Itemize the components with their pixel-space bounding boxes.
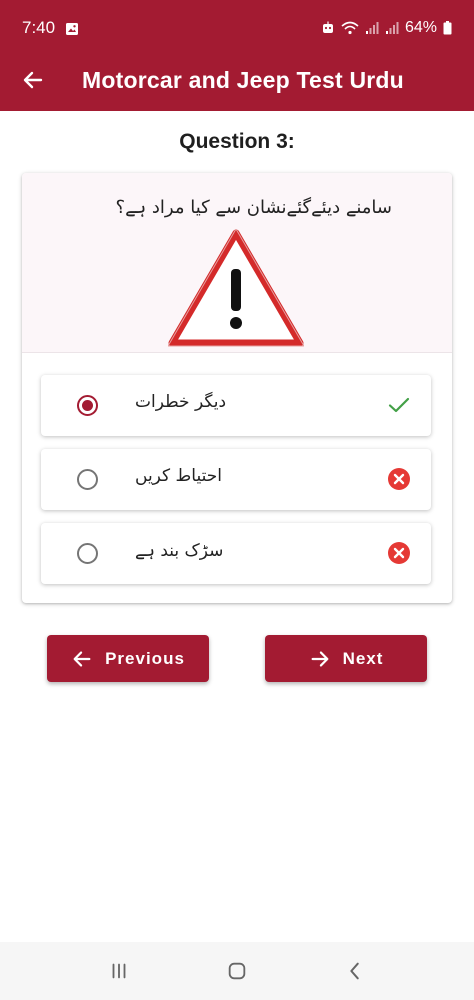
battery-percent: 64% [404, 19, 437, 36]
status-time: 7:40 [22, 18, 56, 37]
arrow-left-icon[interactable] [18, 65, 48, 95]
option-1[interactable]: دیگر خطرات [41, 375, 431, 436]
signal-icon [385, 21, 399, 35]
question-header: سامنے دیئےگئےنشان سے کیا مراد ہے؟ [22, 173, 452, 353]
close-circle-icon [388, 542, 410, 564]
arrow-right-icon [311, 650, 328, 667]
back-icon[interactable] [335, 951, 375, 991]
next-label: Next [342, 648, 384, 668]
option-2[interactable]: احتیاط کریں [41, 449, 431, 510]
page-title: Motorcar and Jeep Test Urdu [82, 66, 404, 93]
image-icon [65, 21, 79, 35]
previous-label: Previous [105, 648, 185, 668]
question-number: Question 3: [179, 130, 295, 153]
next-button[interactable]: Next [265, 635, 427, 682]
radio-unselected[interactable] [77, 543, 98, 564]
robot-icon [321, 21, 335, 35]
radio-unselected[interactable] [77, 469, 98, 490]
option-label: دیگر خطرات [135, 392, 227, 412]
warning-sign-image [168, 229, 304, 347]
close-circle-icon [388, 468, 410, 490]
app-bar: 7:40 64% Motorcar and Jeep Test Urdu [0, 0, 474, 111]
arrow-left-icon [73, 650, 91, 667]
wifi-icon [341, 21, 359, 35]
option-label: احتیاط کریں [135, 466, 222, 486]
question-text: سامنے دیئےگئےنشان سے کیا مراد ہے؟ [115, 197, 392, 218]
question-card: سامنے دیئےگئےنشان سے کیا مراد ہے؟ دیگر خ… [22, 173, 452, 603]
previous-button[interactable]: Previous [47, 635, 209, 682]
radio-selected[interactable] [77, 395, 98, 416]
option-label: سڑک بند ہے [135, 541, 224, 561]
status-right: 64% [321, 19, 452, 37]
signal-icon [365, 21, 379, 35]
status-bar: 7:40 64% [0, 0, 474, 56]
toolbar: Motorcar and Jeep Test Urdu [0, 56, 474, 104]
battery-icon [443, 21, 452, 35]
option-3[interactable]: سڑک بند ہے [41, 523, 431, 584]
recent-apps-icon[interactable] [99, 951, 139, 991]
home-icon[interactable] [217, 951, 257, 991]
check-icon [388, 397, 410, 413]
system-nav-bar [0, 942, 474, 1000]
